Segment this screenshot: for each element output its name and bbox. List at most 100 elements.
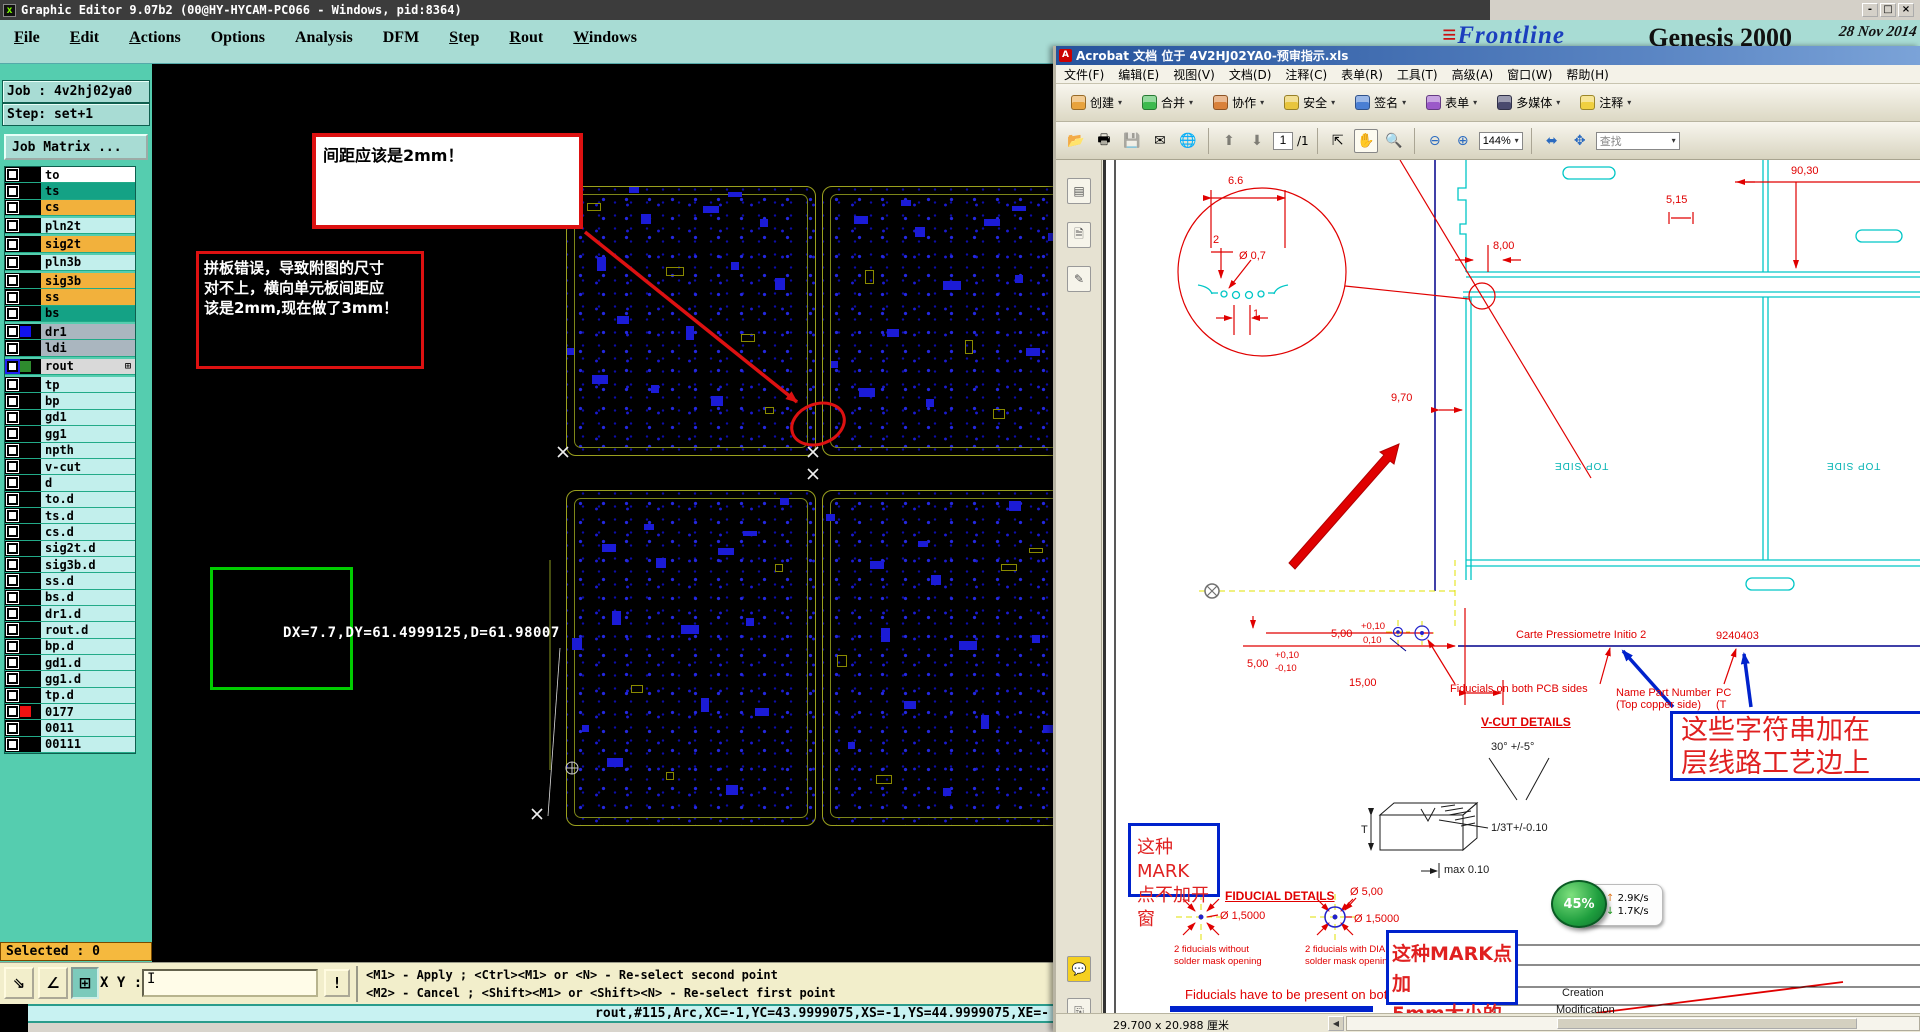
menu-dfm[interactable]: DFM <box>383 29 419 47</box>
layer-checkbox[interactable] <box>6 607 19 621</box>
layer-toggle-area[interactable] <box>5 671 41 687</box>
layer-row-ldi[interactable]: ldi <box>5 340 135 357</box>
fit-page-button[interactable]: ✥ <box>1568 129 1592 153</box>
layer-row-pln3b[interactable]: pln3b <box>5 252 135 272</box>
layer-checkbox[interactable] <box>6 219 19 233</box>
layer-checkbox[interactable] <box>6 410 19 424</box>
layer-row-pln2t[interactable]: pln2t <box>5 216 135 235</box>
layer-row-bs[interactable]: bs <box>5 305 135 323</box>
layer-toggle-area[interactable] <box>5 654 41 671</box>
layer-row-sig3b[interactable]: sig3b <box>5 271 135 290</box>
layer-name[interactable]: rout.d <box>41 622 135 638</box>
acrobat-menu-表单R[interactable]: 表单(R) <box>1341 66 1383 83</box>
layer-toggle-area[interactable] <box>5 236 41 252</box>
layer-checkbox[interactable] <box>6 306 19 320</box>
layer-name[interactable]: rout ⊞ <box>41 358 135 375</box>
layer-toggle-area[interactable] <box>5 687 41 703</box>
acrobat-titlebar[interactable]: A Acrobat 文档 位于 4V2HJ02YA0-预审指示.xls <box>1056 46 1920 65</box>
layer-toggle-area[interactable] <box>5 720 41 736</box>
layer-row-rout.d[interactable]: rout.d <box>5 622 135 639</box>
layer-toggle-area[interactable] <box>5 605 41 622</box>
find-input[interactable]: 查找 ▾ <box>1595 131 1680 150</box>
layer-toggle-area[interactable] <box>5 540 41 556</box>
layer-checkbox[interactable] <box>6 639 19 653</box>
menu-analysis[interactable]: Analysis <box>295 29 353 47</box>
layer-row-to[interactable]: to <box>5 167 135 184</box>
layer-row-tp.d[interactable]: tp.d <box>5 687 135 704</box>
hand-tool-button[interactable]: ✋ <box>1353 128 1378 153</box>
menu-step[interactable]: Step <box>449 29 479 47</box>
bookmarks-panel-icon[interactable]: 🗎 <box>1067 222 1091 248</box>
task-button-签名[interactable]: 签名 ▾ <box>1350 90 1411 115</box>
layer-name[interactable]: d <box>41 475 135 491</box>
layer-row-npth[interactable]: npth <box>5 442 135 459</box>
layer-toggle-area[interactable] <box>5 524 41 540</box>
layer-row-sig2t[interactable]: sig2t <box>5 234 135 253</box>
layer-checkbox[interactable] <box>6 541 19 555</box>
layer-row-v-cut[interactable]: v-cut <box>5 458 135 476</box>
layer-row-dr1.d[interactable]: dr1.d <box>5 605 135 623</box>
layer-toggle-area[interactable] <box>5 426 41 442</box>
layer-checkbox[interactable] <box>6 274 19 288</box>
layer-row-to.d[interactable]: to.d <box>5 491 135 508</box>
layer-toggle-area[interactable] <box>5 704 41 720</box>
layer-toggle-area[interactable] <box>5 442 41 458</box>
exclaim-button[interactable]: ! <box>324 969 350 997</box>
comments-panel-icon[interactable]: 💬 <box>1067 956 1091 982</box>
angle-tool-button[interactable]: ∠ <box>38 967 68 999</box>
layer-checkbox[interactable] <box>6 476 19 490</box>
next-page-button[interactable]: ⬇ <box>1245 129 1269 153</box>
open-button[interactable]: 📂 <box>1064 129 1088 153</box>
layer-checkbox[interactable] <box>6 200 19 214</box>
job-matrix-button[interactable]: Job Matrix ... <box>4 134 148 160</box>
layer-toggle-area[interactable] <box>5 273 41 289</box>
layer-checkbox[interactable] <box>6 394 19 408</box>
layer-checkbox[interactable] <box>6 590 19 604</box>
layer-row-rout[interactable]: rout ⊞ <box>5 356 135 376</box>
layer-toggle-area[interactable] <box>5 289 41 305</box>
layer-row-gd1.d[interactable]: gd1.d <box>5 654 135 672</box>
menu-actions[interactable]: Actions <box>129 29 181 47</box>
layer-toggle-area[interactable] <box>5 475 41 491</box>
layer-name[interactable]: gd1.d <box>41 654 135 671</box>
horizontal-scrollbar[interactable] <box>1346 1016 1920 1031</box>
maximize-button[interactable]: □ <box>1880 3 1896 17</box>
layer-toggle-area[interactable] <box>5 340 41 356</box>
layer-name[interactable]: gg1.d <box>41 671 135 687</box>
layer-toggle-area[interactable] <box>5 573 41 589</box>
pages-panel-icon[interactable]: ▤ <box>1067 178 1091 204</box>
layer-name[interactable]: 0177 <box>41 704 135 720</box>
layer-toggle-area[interactable] <box>5 393 41 409</box>
acrobat-menu-工具T[interactable]: 工具(T) <box>1397 66 1438 83</box>
layer-name[interactable]: v-cut <box>41 458 135 475</box>
task-button-表单[interactable]: 表单 ▾ <box>1421 90 1482 115</box>
layer-name[interactable]: gg1 <box>41 426 135 442</box>
zoom-level-select[interactable]: 144% ▾ <box>1478 131 1523 150</box>
acrobat-menu-注释C[interactable]: 注释(C) <box>1285 66 1327 83</box>
acrobat-menu-视图V[interactable]: 视图(V) <box>1173 66 1215 83</box>
layer-name[interactable]: cs <box>41 199 135 216</box>
layer-name[interactable]: pln3b <box>41 254 135 271</box>
layer-toggle-area[interactable] <box>5 638 41 654</box>
genesis-titlebar[interactable]: x Graphic Editor 9.07b2 (00@HY-HYCAM-PC0… <box>0 0 1920 20</box>
layer-checkbox[interactable] <box>6 672 19 686</box>
fit-width-button[interactable]: ⬌ <box>1540 129 1564 153</box>
memory-percent-ball[interactable]: 45% <box>1551 880 1607 928</box>
layer-name[interactable]: sig3b <box>41 273 135 289</box>
scrollbar-thumb[interactable] <box>1557 1018 1857 1029</box>
layer-toggle-area[interactable] <box>5 199 41 216</box>
layer-toggle-area[interactable] <box>5 409 41 426</box>
menu-options[interactable]: Options <box>211 29 265 47</box>
layer-checkbox[interactable] <box>6 290 19 304</box>
layer-toggle-area[interactable] <box>5 305 41 322</box>
menu-file[interactable]: File <box>14 29 40 47</box>
layer-row-sig2t.d[interactable]: sig2t.d <box>5 540 135 557</box>
save-button[interactable]: 💾 <box>1120 129 1144 153</box>
layer-name[interactable]: cs.d <box>41 524 135 540</box>
scroll-left-button[interactable]: ◀ <box>1328 1016 1344 1031</box>
layer-checkbox[interactable] <box>6 460 19 474</box>
layer-name[interactable]: sig3b.d <box>41 556 135 573</box>
xy-input[interactable]: I <box>142 969 318 997</box>
upload-button[interactable]: 🌐 <box>1176 129 1200 153</box>
layer-row-bp.d[interactable]: bp.d <box>5 638 135 655</box>
